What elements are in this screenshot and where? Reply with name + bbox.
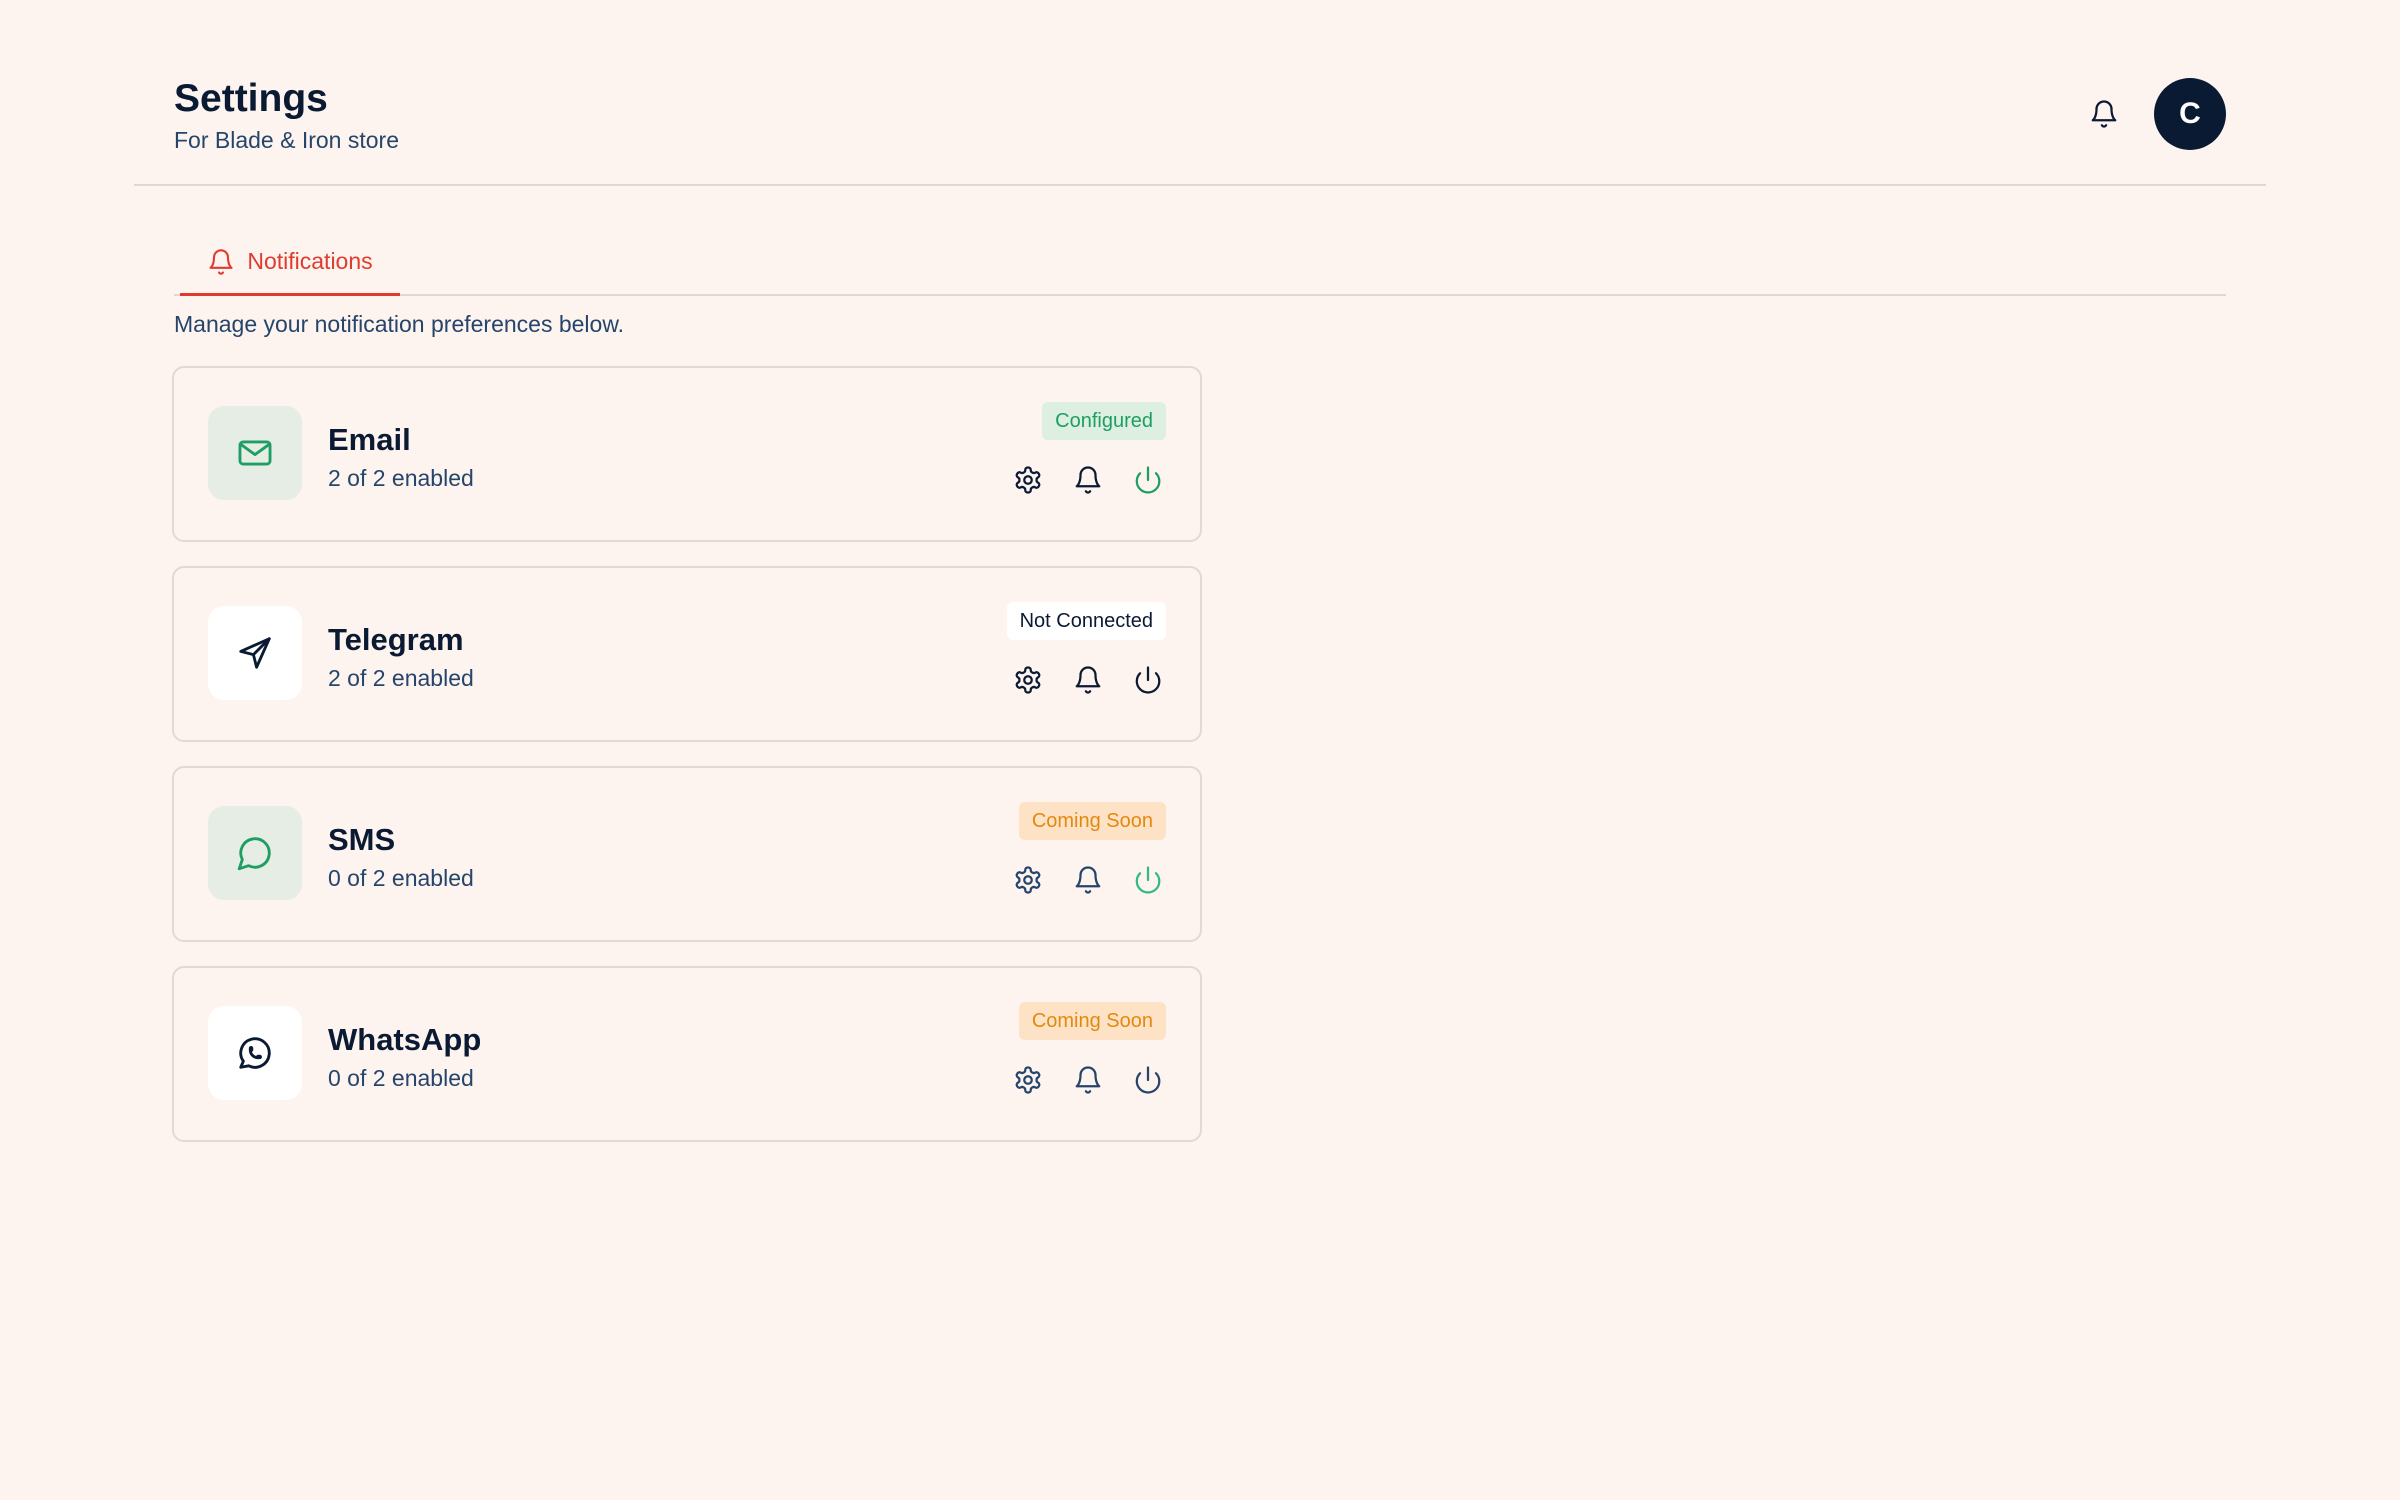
power-icon xyxy=(1135,466,1161,494)
channel-name: SMS xyxy=(328,822,396,857)
channel-notifications-button[interactable] xyxy=(1070,662,1106,698)
gear-icon xyxy=(1015,666,1041,694)
channel-name: Telegram xyxy=(328,622,464,657)
bell-icon xyxy=(1075,466,1101,494)
channel-enabled-count: 0 of 2 enabled xyxy=(328,1065,474,1091)
channel-icon-tile xyxy=(208,806,302,900)
send-icon xyxy=(239,637,271,669)
channel-notifications-button[interactable] xyxy=(1070,462,1106,498)
mail-icon xyxy=(238,440,272,466)
bell-icon xyxy=(1075,866,1101,894)
bell-icon xyxy=(209,248,233,275)
intro-text: Manage your notification preferences bel… xyxy=(174,311,625,337)
channel-power-toggle[interactable] xyxy=(1130,662,1166,698)
bell-icon xyxy=(1075,666,1101,694)
chat-bubble-icon xyxy=(237,837,271,871)
channel-enabled-count: 2 of 2 enabled xyxy=(328,665,474,691)
channel-settings-button[interactable] xyxy=(1010,1062,1046,1098)
status-badge: Configured xyxy=(1042,402,1166,440)
channel-card-sms: SMS 0 of 2 enabled Coming Soon xyxy=(172,766,1202,942)
channel-actions xyxy=(1010,662,1166,698)
avatar[interactable]: C xyxy=(2154,78,2226,150)
page-header: Settings For Blade & Iron store C xyxy=(134,0,2266,186)
channel-power-toggle[interactable] xyxy=(1130,1062,1166,1098)
channel-power-toggle[interactable] xyxy=(1130,862,1166,898)
power-icon xyxy=(1135,666,1161,694)
channel-settings-button[interactable] xyxy=(1010,662,1046,698)
status-badge: Coming Soon xyxy=(1018,802,1166,840)
tab-notifications[interactable]: Notifications xyxy=(180,230,400,296)
channel-actions xyxy=(1010,862,1166,898)
channel-settings-button[interactable] xyxy=(1010,862,1046,898)
channel-notifications-button[interactable] xyxy=(1070,862,1106,898)
gear-icon xyxy=(1015,1066,1041,1094)
channel-enabled-count: 2 of 2 enabled xyxy=(328,465,474,491)
gear-icon xyxy=(1015,866,1041,894)
channel-icon-tile xyxy=(208,406,302,500)
header-notifications-button[interactable] xyxy=(2086,94,2122,134)
channel-actions xyxy=(1010,462,1166,498)
status-badge: Not Connected xyxy=(1006,602,1166,640)
channel-power-toggle[interactable] xyxy=(1130,462,1166,498)
channel-card-telegram: Telegram 2 of 2 enabled Not Connected xyxy=(172,566,1202,742)
channel-icon-tile xyxy=(208,1006,302,1100)
tab-label: Notifications xyxy=(247,248,373,274)
channel-settings-button[interactable] xyxy=(1010,462,1046,498)
channel-name: Email xyxy=(328,422,411,457)
gear-icon xyxy=(1015,466,1041,494)
channel-enabled-count: 0 of 2 enabled xyxy=(328,865,474,891)
bell-icon xyxy=(2091,100,2117,128)
status-badge: Coming Soon xyxy=(1018,1002,1166,1040)
channel-notifications-button[interactable] xyxy=(1070,1062,1106,1098)
bell-icon xyxy=(1075,1066,1101,1094)
page-title: Settings xyxy=(174,77,328,120)
settings-page: Settings For Blade & Iron store C Notifi… xyxy=(0,0,2400,1500)
channel-card-whatsapp: WhatsApp 0 of 2 enabled Coming Soon xyxy=(172,966,1202,1142)
power-icon xyxy=(1135,866,1161,894)
channel-icon-tile xyxy=(208,606,302,700)
tab-bar: Notifications xyxy=(174,230,2226,296)
channel-actions xyxy=(1010,1062,1166,1098)
page-subtitle: For Blade & Iron store xyxy=(174,127,399,153)
channel-card-email: Email 2 of 2 enabled Configured xyxy=(172,366,1202,542)
channel-name: WhatsApp xyxy=(328,1022,482,1057)
whatsapp-icon xyxy=(239,1037,271,1069)
power-icon xyxy=(1135,1066,1161,1094)
